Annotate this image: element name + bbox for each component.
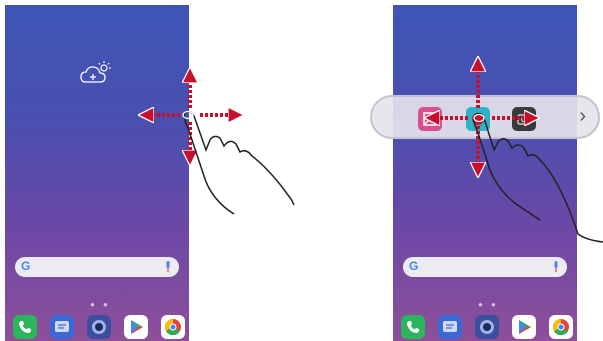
screenshot-icon[interactable]	[418, 107, 442, 131]
page-indicator: ● ●	[90, 300, 111, 309]
messages-icon[interactable]	[438, 315, 462, 339]
chrome-icon[interactable]	[549, 315, 573, 339]
chrome-icon[interactable]	[161, 315, 185, 339]
page-indicator: ● ●	[478, 300, 499, 309]
mic-icon[interactable]	[553, 260, 559, 274]
camera-icon[interactable]	[512, 107, 536, 131]
camera-icon[interactable]	[475, 315, 499, 339]
weather-icon[interactable]	[80, 60, 112, 86]
camera-icon[interactable]	[87, 315, 111, 339]
hand-pointer-left	[185, 110, 295, 206]
mic-icon[interactable]	[165, 260, 171, 274]
record-icon[interactable]	[466, 107, 490, 131]
home-screen-left: G ● ●	[5, 5, 189, 341]
play-store-icon[interactable]	[512, 315, 536, 339]
play-store-icon[interactable]	[124, 315, 148, 339]
google-search-bar[interactable]: G	[403, 257, 567, 277]
google-logo: G	[409, 259, 419, 273]
app-dock	[13, 315, 185, 341]
app-dock	[401, 315, 573, 341]
google-logo: G	[21, 259, 31, 273]
chevron-right-icon[interactable]: ›	[579, 105, 586, 128]
phone-icon[interactable]	[13, 315, 37, 339]
messages-icon[interactable]	[50, 315, 74, 339]
google-search-bar[interactable]: G	[15, 257, 179, 277]
home-screen-right: G ● ●	[393, 5, 577, 341]
floating-app-bar[interactable]: ›	[370, 95, 600, 139]
phone-icon[interactable]	[401, 315, 425, 339]
